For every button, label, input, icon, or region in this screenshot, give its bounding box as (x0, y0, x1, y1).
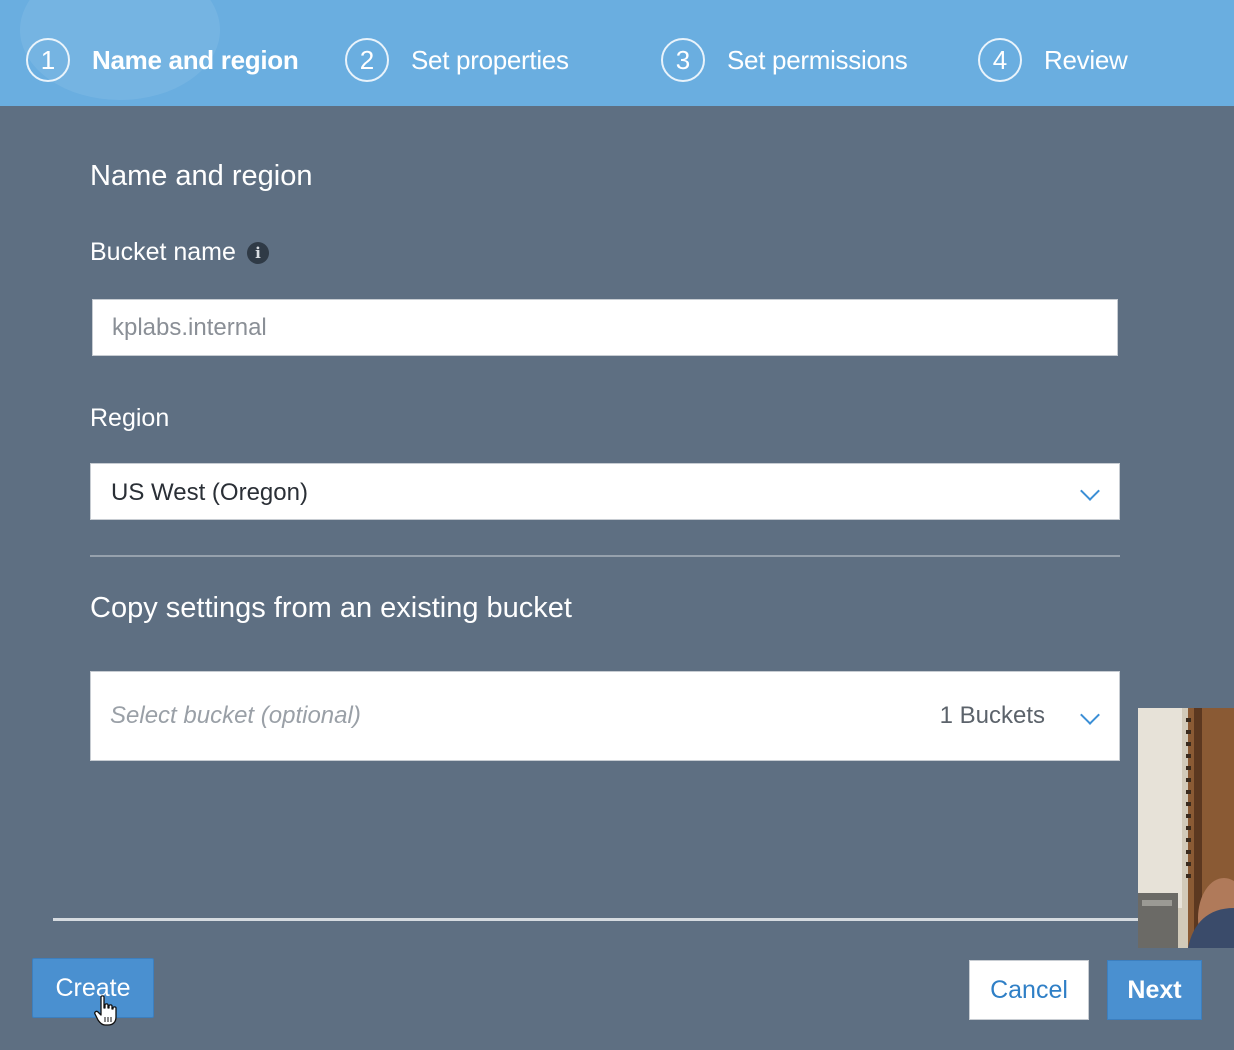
step-number-badge: 2 (345, 38, 389, 82)
step-label: Name and region (92, 44, 299, 75)
hand-cursor-icon (94, 995, 117, 1026)
region-selected-value: US West (Oregon) (111, 479, 308, 506)
step-label: Review (1044, 44, 1128, 75)
step-number-badge: 4 (978, 38, 1022, 82)
section-title: Name and region (90, 160, 313, 192)
copy-settings-title: Copy settings from an existing bucket (90, 592, 572, 624)
step-number-badge: 1 (26, 38, 70, 82)
step-set-permissions[interactable]: 3 Set permissions (661, 36, 908, 84)
info-icon[interactable]: i (246, 241, 269, 264)
step-label: Set properties (411, 44, 569, 75)
step-name-and-region[interactable]: 1 Name and region (26, 36, 299, 84)
copy-bucket-select[interactable]: Select bucket (optional) 1 Buckets (90, 671, 1120, 761)
chevron-down-icon (1080, 705, 1100, 725)
cancel-button[interactable]: Cancel (969, 960, 1089, 1020)
bucket-count: 1 Buckets (939, 702, 1045, 729)
step-set-properties[interactable]: 2 Set properties (345, 36, 569, 84)
bucket-name-label-text: Bucket name (90, 238, 236, 266)
region-select[interactable]: US West (Oregon) (90, 463, 1120, 520)
chevron-down-icon (1080, 481, 1100, 501)
bucket-name-input[interactable]: kplabs.internal (92, 299, 1118, 356)
step-label: Set permissions (727, 44, 908, 75)
bucket-name-label: Bucket name i (90, 238, 269, 267)
footer-divider (53, 918, 1143, 921)
copy-bucket-placeholder: Select bucket (optional) (110, 702, 361, 729)
step-number-badge: 3 (661, 38, 705, 82)
next-button[interactable]: Next (1107, 960, 1202, 1020)
step-review[interactable]: 4 Review (978, 36, 1128, 84)
wizard-steps: 1 Name and region 2 Set properties 3 Set… (0, 0, 1234, 106)
webcam-overlay (1138, 708, 1234, 948)
create-button[interactable]: Create (32, 958, 154, 1018)
section-divider (90, 555, 1120, 557)
region-label: Region (90, 404, 170, 432)
